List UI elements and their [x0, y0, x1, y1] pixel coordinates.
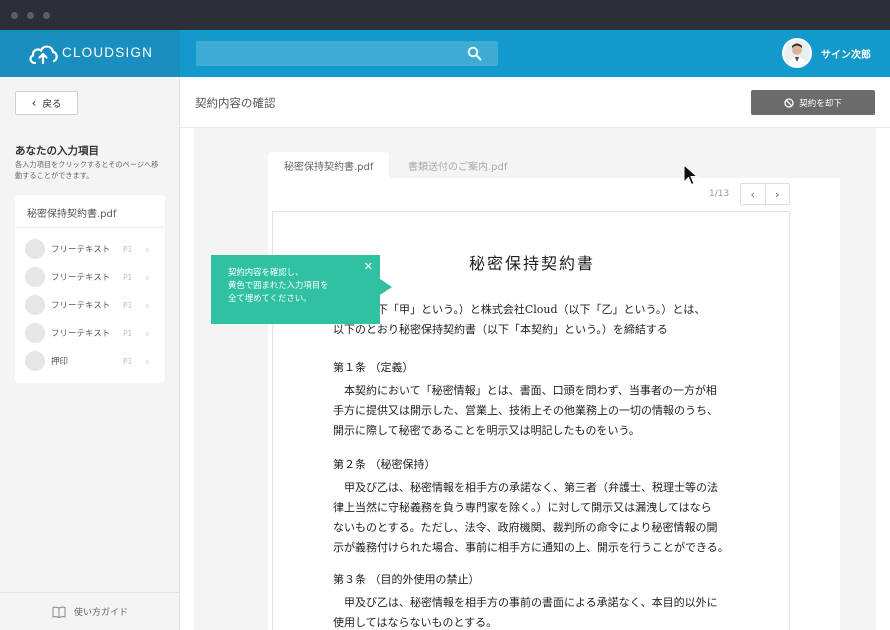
back-button[interactable]: ‹ 戻る — [15, 91, 78, 115]
input-item[interactable]: 押印 P1 › — [25, 350, 160, 372]
document-line: 律上当然に守秘義務を負う専門家を除く。）に対して開示又は漏洩してはなら — [333, 501, 712, 514]
page-title: 契約内容の確認 — [195, 96, 276, 110]
avatar[interactable] — [782, 38, 812, 68]
document-intro: 当社（以下「甲」という。）と株式会社Cloud（以下「乙」という。）とは、 以下… — [333, 300, 705, 340]
field-status-icon — [25, 295, 45, 315]
next-page-button[interactable]: › — [766, 184, 790, 204]
input-item[interactable]: フリーテキスト P1 › — [25, 322, 160, 344]
tooltip-line: 契約内容を確認し、 — [228, 267, 304, 277]
reject-button-label: 契約を却下 — [799, 98, 842, 109]
cloud-logo-icon — [29, 45, 58, 65]
search-input[interactable] — [196, 41, 456, 66]
user-portrait-icon — [784, 40, 810, 66]
input-item-label: フリーテキスト — [51, 245, 111, 255]
window-maximize-dot[interactable] — [43, 12, 50, 19]
input-item-page: P1 — [123, 244, 133, 254]
document-viewer: 秘密保持契約書.pdf 書類送付のご案内.pdf 1/13 ‹ › 秘密保持契約… — [194, 128, 876, 630]
article-2-body: 甲及び乙は、秘密情報を相手方の承諾なく、第三者（弁護士、税理士等の法 律上当然に… — [333, 478, 729, 558]
chevron-right-icon: › — [145, 242, 150, 256]
chevron-right-icon: › — [145, 270, 150, 284]
chevron-right-icon: › — [145, 298, 150, 312]
article-3-body: 甲及び乙は、秘密情報を相手方の事前の書面による承諾なく、本目的以外に 使用しては… — [333, 593, 718, 630]
logo[interactable]: CLOUDSIGN — [0, 30, 180, 77]
back-button-label: 戻る — [42, 99, 62, 110]
input-items-title: あなたの入力項目 — [15, 145, 99, 157]
document-line: ないものとする。ただし、法令、政府機関、裁判所の命令により秘密情報の開 — [333, 521, 718, 534]
window-titlebar — [0, 0, 890, 30]
article-1-heading: 第１条 （定義） — [333, 361, 414, 374]
input-item[interactable]: フリーテキスト P1 › — [25, 266, 160, 288]
document-line: 示が義務付けられた場合、事前に相手方に通知の上、開示を行うことができる。 — [333, 541, 729, 554]
input-items-file-name: 秘密保持契約書.pdf — [27, 209, 117, 220]
search-icon[interactable] — [467, 46, 482, 61]
user-name[interactable]: サイン次郎 — [821, 46, 871, 61]
instruction-tooltip: ✕ 契約内容を確認し、 黄色で囲まれた入力項目を 全て埋めてください。 — [211, 255, 392, 324]
input-item-page: P1 — [123, 356, 133, 366]
field-status-icon — [25, 323, 45, 343]
input-item-label: フリーテキスト — [51, 329, 111, 339]
usage-guide-label: 使い方ガイド — [73, 608, 128, 618]
input-item-page: P1 — [123, 328, 133, 338]
logo-text: CLOUDSIGN — [62, 45, 154, 60]
document-line: 開示に際して秘密であることを明示又は明記したものをいう。 — [333, 424, 640, 437]
input-items-card: 秘密保持契約書.pdf フリーテキスト P1 › フリーテキスト P1 › フリ… — [15, 195, 165, 383]
document-panel: 1/13 ‹ › 秘密保持契約書 当社（以下「甲」という。）と株式会社Cloud… — [268, 178, 840, 630]
document-line: 使用してはならないものとする。 — [333, 616, 498, 629]
input-item[interactable]: フリーテキスト P1 › — [25, 294, 160, 316]
tooltip-line: 全て埋めてください。 — [228, 293, 312, 303]
input-item-label: フリーテキスト — [51, 273, 111, 283]
field-status-icon — [25, 239, 45, 259]
input-item-page: P1 — [123, 272, 133, 282]
article-1-body: 本契約において「秘密情報」とは、書面、口頭を問わず、当事者の一方が相 手方に提供… — [333, 381, 718, 441]
close-icon[interactable]: ✕ — [364, 260, 373, 273]
article-3-heading: 第３条 （目的外使用の禁止） — [333, 573, 480, 586]
document-line: 甲及び乙は、秘密情報を相手方の承諾なく、第三者（弁護士、税理士等の法 — [344, 481, 718, 494]
previous-page-button[interactable]: ‹ — [741, 184, 766, 204]
usage-guide-link[interactable]: 使い方ガイド — [0, 592, 180, 630]
document-line: 甲及び乙は、秘密情報を相手方の事前の書面による承諾なく、本目的以外に — [344, 596, 718, 609]
page-count: 1/13 — [709, 189, 730, 199]
document-line: 当社（以下「甲」という。）と株式会社Cloud（以下「乙」という。）とは、 — [333, 303, 706, 316]
chevron-right-icon: › — [145, 326, 150, 340]
main-content: 契約内容の確認 契約を却下 秘密保持契約書.pdf 書類送付のご案内.pdf 1… — [180, 77, 890, 630]
tab-document-nda[interactable]: 秘密保持契約書.pdf — [268, 152, 390, 178]
document-line: 本契約において「秘密情報」とは、書面、口頭を問わず、当事者の一方が相 — [344, 384, 717, 397]
chevron-right-icon: › — [145, 354, 150, 368]
chevron-left-icon: ‹ — [31, 96, 37, 110]
tooltip-line: 黄色で囲まれた入力項目を — [228, 280, 329, 290]
input-item-label: 押印 — [51, 357, 69, 367]
input-item-page: P1 — [123, 300, 133, 310]
document-line: 手方に提供又は開示した、営業上、技術上その他業務上の一切の情報のうち、 — [333, 404, 718, 417]
window-close-dot[interactable] — [11, 12, 18, 19]
tab-document-cover-letter[interactable]: 書類送付のご案内.pdf — [392, 152, 523, 178]
content-toolbar: 契約内容の確認 契約を却下 — [180, 77, 890, 128]
app-header: CLOUDSIGN サイン次郎 — [0, 30, 890, 77]
page-pager: ‹ › — [740, 183, 790, 205]
mouse-cursor-icon — [683, 164, 699, 186]
input-item-label: フリーテキスト — [51, 301, 111, 311]
document-line: 以下のとおり秘密保持契約書（以下「本契約」という。）を締結する — [333, 323, 668, 336]
input-item[interactable]: フリーテキスト P1 › — [25, 238, 160, 260]
reject-contract-button[interactable]: 契約を却下 — [751, 90, 875, 115]
book-icon — [52, 606, 66, 618]
article-2-heading: 第２条 （秘密保持） — [333, 458, 436, 471]
field-status-icon — [25, 351, 45, 371]
search-box — [196, 41, 498, 66]
window-minimize-dot[interactable] — [27, 12, 34, 19]
sidebar: ‹ 戻る あなたの入力項目 各入力項目をクリックするとそのページへ移動することが… — [0, 77, 180, 630]
divider — [15, 227, 165, 228]
input-items-description: 各入力項目をクリックするとそのページへ移動することができます。 — [15, 160, 159, 180]
field-status-icon — [25, 267, 45, 287]
prohibit-icon — [784, 97, 794, 108]
